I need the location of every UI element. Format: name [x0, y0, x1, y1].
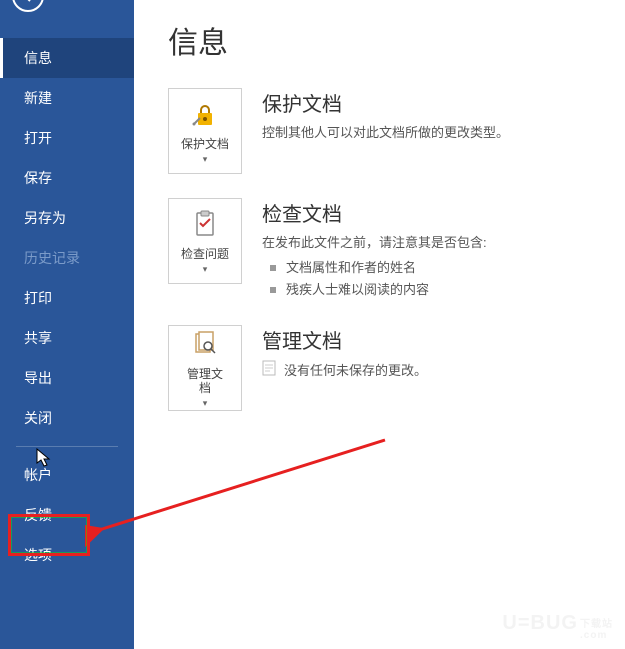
nav-label: 打开: [24, 130, 52, 146]
nav-label: 保存: [24, 170, 52, 186]
nav-label: 选项: [24, 547, 52, 563]
nav-label: 帐户: [24, 467, 52, 483]
manage-line: 没有任何未保存的更改。: [262, 360, 625, 379]
bullet-item: 残疾人士难以阅读的内容: [262, 279, 625, 301]
nav-share[interactable]: 共享: [0, 318, 134, 358]
section-manage: 管理文 档 ▾ 管理文档 没有任何未保存的更改。: [168, 325, 625, 411]
nav-account[interactable]: 帐户: [0, 455, 134, 495]
tile-label: 保护文档: [181, 137, 229, 151]
nav-print[interactable]: 打印: [0, 278, 134, 318]
nav-open[interactable]: 打开: [0, 118, 134, 158]
inspect-title: 检查文档: [262, 198, 625, 227]
protect-document-button[interactable]: 保护文档 ▾: [168, 88, 242, 174]
document-search-icon: [191, 327, 219, 363]
dropdown-arrow-icon: ▾: [203, 264, 208, 275]
back-button[interactable]: [12, 0, 44, 12]
document-check-icon: [191, 207, 219, 243]
backstage-sidebar: 信息 新建 打开 保存 另存为 历史记录 打印 共享 导出 关闭 帐户 反馈 选…: [0, 0, 134, 649]
nav-label: 另存为: [24, 210, 66, 226]
nav-save[interactable]: 保存: [0, 158, 134, 198]
document-icon: [262, 360, 276, 379]
tile-label: 检查问题: [181, 247, 229, 261]
lock-key-icon: [190, 97, 220, 133]
check-issues-button[interactable]: 检查问题 ▾: [168, 198, 242, 284]
nav-label: 关闭: [24, 410, 52, 426]
nav-history: 历史记录: [0, 238, 134, 278]
page-title: 信息: [168, 18, 625, 62]
manage-text: 没有任何未保存的更改。: [284, 360, 427, 379]
protect-desc: 控制其他人可以对此文档所做的更改类型。: [262, 123, 625, 143]
dropdown-arrow-icon: ▾: [203, 398, 208, 409]
nav-label: 新建: [24, 90, 52, 106]
nav-label: 信息: [24, 50, 52, 66]
tile-label: 管理文 档: [187, 367, 223, 396]
main-panel: 信息 保护文档 ▾ 保护文档 控制其他人可以对此文档所做的更改类型。: [134, 0, 625, 649]
protect-title: 保护文档: [262, 88, 625, 117]
nav-info[interactable]: 信息: [0, 38, 134, 78]
nav-feedback[interactable]: 反馈: [0, 495, 134, 535]
background-fill: [268, 564, 625, 649]
bullet-item: 文档属性和作者的姓名: [262, 257, 625, 279]
nav-new[interactable]: 新建: [0, 78, 134, 118]
section-inspect: 检查问题 ▾ 检查文档 在发布此文件之前，请注意其是否包含: 文档属性和作者的姓…: [168, 198, 625, 301]
nav-label: 打印: [24, 290, 52, 306]
nav-label: 导出: [24, 370, 52, 386]
nav-label: 反馈: [24, 507, 52, 523]
nav-label: 共享: [24, 330, 52, 346]
nav-save-as[interactable]: 另存为: [0, 198, 134, 238]
inspect-desc: 在发布此文件之前，请注意其是否包含:: [262, 233, 625, 253]
nav-label: 历史记录: [24, 250, 80, 266]
manage-title: 管理文档: [262, 325, 625, 354]
section-protect: 保护文档 ▾ 保护文档 控制其他人可以对此文档所做的更改类型。: [168, 88, 625, 174]
nav-options[interactable]: 选项: [0, 535, 134, 575]
arrow-left-icon: [20, 0, 36, 4]
manage-document-button[interactable]: 管理文 档 ▾: [168, 325, 242, 411]
nav-close[interactable]: 关闭: [0, 398, 134, 438]
nav-divider: [16, 446, 118, 447]
nav-export[interactable]: 导出: [0, 358, 134, 398]
inspect-bullets: 文档属性和作者的姓名 残疾人士难以阅读的内容: [262, 257, 625, 301]
dropdown-arrow-icon: ▾: [203, 154, 208, 165]
